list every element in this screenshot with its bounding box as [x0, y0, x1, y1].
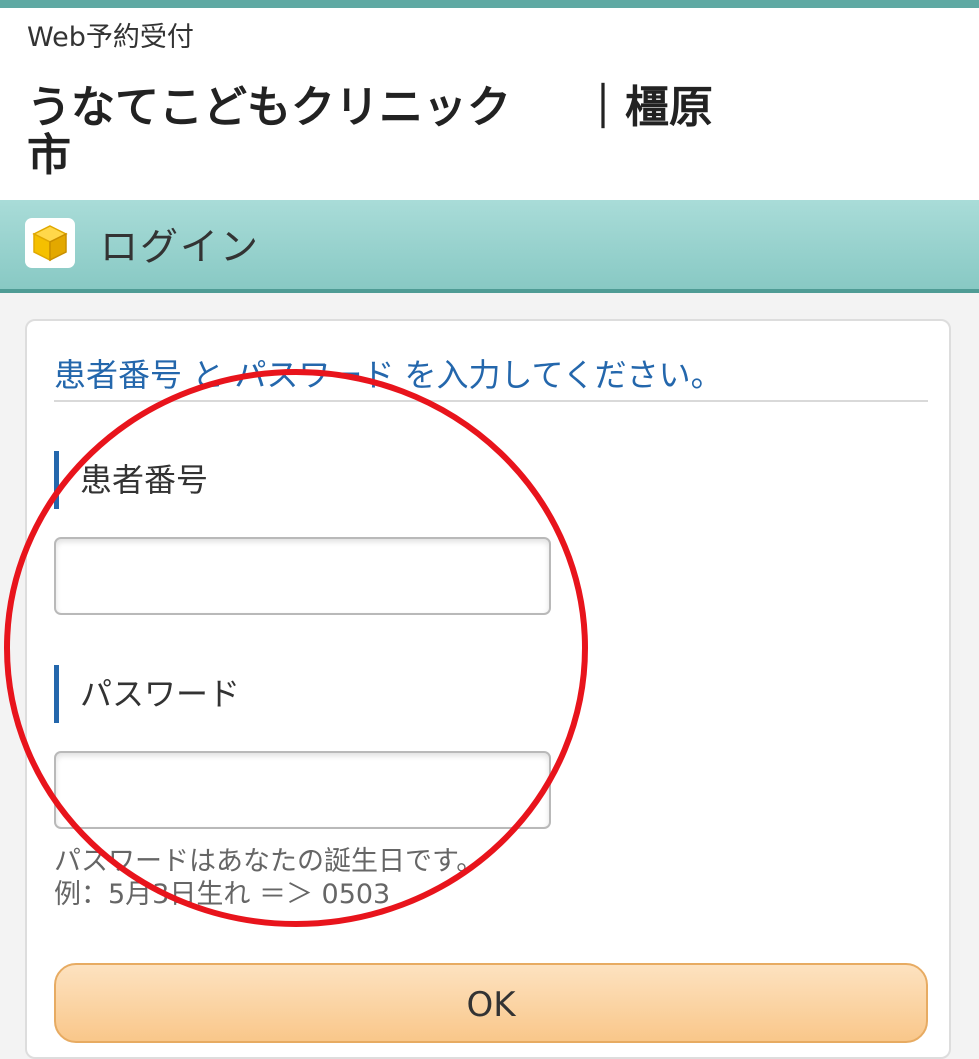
login-instruction: 患者番号 と パスワード を入力してください。: [54, 356, 723, 394]
password-hint: パスワードはあなたの誕生日です。 例：5月3日生れ ＝＞ 0503: [54, 845, 483, 911]
site-subtitle: Web予約受付: [27, 22, 194, 53]
password-input[interactable]: [54, 751, 551, 829]
site-header: Web予約受付 うなてこどもクリニック ｜橿原市: [0, 8, 979, 200]
clinic-name: うなてこどもクリニック: [27, 82, 511, 133]
section-title-bar: ログイン: [0, 200, 979, 293]
password-hint-line-1: パスワードはあなたの誕生日です。: [54, 846, 484, 877]
patient-number-input[interactable]: [54, 537, 551, 615]
login-card: 患者番号 と パスワード を入力してください。 患者番号 パスワード パスワード…: [25, 319, 951, 1059]
patient-number-label: 患者番号: [54, 451, 208, 509]
password-hint-line-2: 例：5月3日生れ ＝＞ 0503: [54, 879, 391, 910]
divider: [54, 400, 928, 402]
section-title: ログイン: [100, 225, 261, 269]
clinic-title: うなてこどもクリニック ｜橿原市: [27, 84, 717, 180]
top-accent-stripe: [0, 0, 979, 8]
password-label: パスワード: [54, 665, 240, 723]
yellow-cube-icon: [25, 218, 75, 268]
ok-button[interactable]: OK: [54, 963, 928, 1043]
